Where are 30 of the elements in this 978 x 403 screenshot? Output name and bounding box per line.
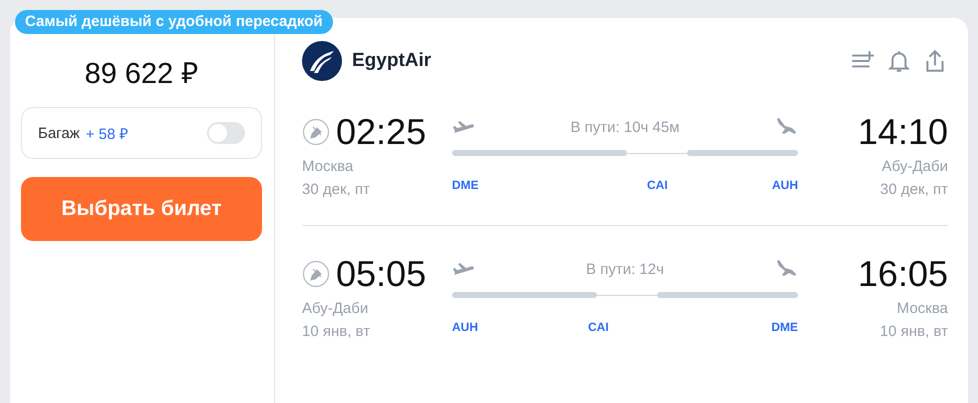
arrival-city: Абу-Даби — [882, 158, 948, 175]
toggle-switch[interactable] — [207, 122, 245, 144]
offer-badge: Самый дешёвый с удобной пересадкой — [15, 10, 333, 34]
travel-duration: В пути: 10ч 45м — [570, 118, 680, 136]
price: 89 622 ₽ — [84, 57, 200, 91]
departure-time: 05:05 — [336, 254, 426, 294]
pin-icon[interactable] — [302, 118, 330, 146]
baggage-label: Багаж — [38, 124, 80, 142]
airport-code: AUH — [452, 320, 478, 334]
arrival-time: 14:10 — [858, 112, 948, 152]
airport-code: AUH — [772, 178, 798, 192]
departure-date: 10 янв, вт — [302, 323, 370, 340]
airline-name: EgyptAir — [352, 50, 432, 72]
arrival-city: Москва — [896, 300, 948, 317]
departure-city: Москва — [302, 158, 354, 175]
departure-city: Абу-Даби — [302, 300, 368, 317]
travel-duration: В пути: 12ч — [586, 260, 664, 278]
pin-icon[interactable] — [302, 260, 330, 288]
arrival-date: 30 дек, пт — [880, 181, 948, 198]
baggage-price: + 58 ₽ — [86, 125, 128, 143]
airport-code: CAI — [647, 178, 668, 192]
airport-code: CAI — [588, 320, 609, 334]
airline-logo-icon — [302, 41, 342, 81]
departure-time: 02:25 — [336, 112, 426, 152]
airport-code: DME — [771, 320, 798, 334]
arrival-time: 16:05 — [858, 254, 948, 294]
baggage-option[interactable]: Багаж + 58 ₽ — [21, 107, 262, 159]
departure-date: 30 дек, пт — [302, 181, 370, 198]
arrival-date: 10 янв, вт — [880, 323, 948, 340]
airport-code: DME — [452, 178, 479, 192]
